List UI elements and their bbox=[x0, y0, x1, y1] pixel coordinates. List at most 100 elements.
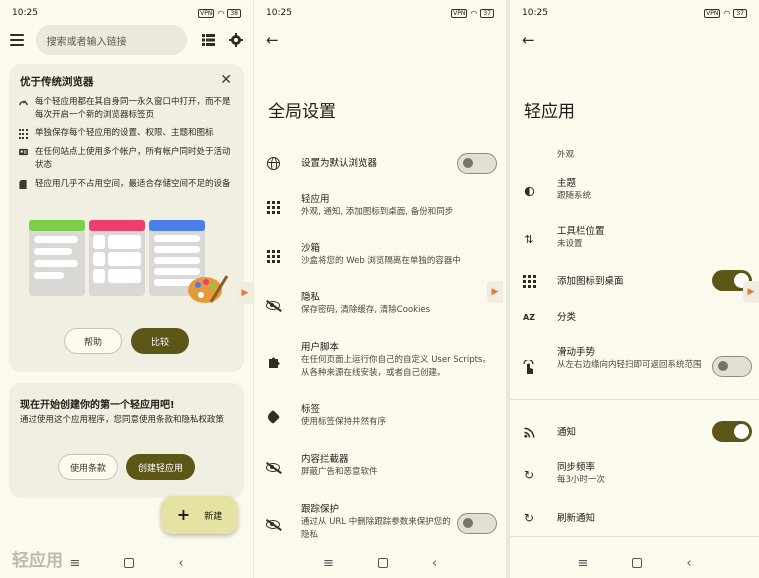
nav-home-icon[interactable] bbox=[124, 558, 135, 568]
sync-icon: ↻ bbox=[523, 468, 535, 482]
nav-bar: ≡ ‹ bbox=[510, 548, 759, 578]
search-input[interactable]: 搜索或者输入链接 bbox=[35, 25, 188, 55]
webapps-settings-screen: 10:25 VPN ◠ 37 ← 轻应用 外观 主题 跟随系统 ⇅ 工具栏位置 未设… bbox=[510, 0, 759, 578]
settings-row-privacy[interactable]: 隐私 保存密码, 清除缓存, 清除Cookies bbox=[254, 291, 506, 319]
feature-text: 每个轻应用都在其自身同一永久窗口中打开，而不是每次开启一个新的浏览器标签页 bbox=[35, 97, 231, 120]
eye-off-icon bbox=[266, 517, 280, 531]
puzzle-icon bbox=[266, 355, 280, 369]
nav-recents-icon[interactable]: ≡ bbox=[577, 556, 588, 571]
vpn-icon: VPN bbox=[704, 8, 721, 18]
feature-item: 每个轻应用都在其自身同一永久窗口中打开，而不是每次开启一个新的浏览器标签页 bbox=[18, 96, 236, 121]
settings-row-theme[interactable]: 主题 跟随系统 bbox=[510, 177, 759, 205]
vpn-icon: VPN bbox=[198, 8, 215, 18]
wifi-icon: ◠ bbox=[723, 8, 731, 18]
terms-button[interactable]: 使用条款 bbox=[58, 454, 118, 480]
settings-row-tags[interactable]: 标签 使用标签保持井然有序 bbox=[254, 403, 506, 431]
notifications-toggle[interactable] bbox=[712, 421, 752, 442]
close-icon[interactable]: ✕ bbox=[220, 72, 232, 88]
theme-icon bbox=[522, 184, 536, 198]
vpn-icon: VPN bbox=[451, 8, 468, 18]
status-time: 10:25 bbox=[12, 8, 38, 18]
eye-off-icon bbox=[266, 460, 280, 474]
card-title: 现在开始创建你的第一个轻应用吧! bbox=[20, 400, 175, 411]
accounts-icon bbox=[18, 146, 28, 171]
benefits-card: 优于传统浏览器 ✕ 每个轻应用都在其自身同一永久窗口中打开，而不是每次开启一个新… bbox=[9, 64, 244, 372]
compare-button[interactable]: 比较 bbox=[131, 328, 189, 354]
status-bar: 10:25 VPN ◠ 38 bbox=[0, 0, 253, 26]
settings-row-swipe-gesture[interactable]: 滑动手势 从左右边缘向内轻扫即可返回系统范围 bbox=[510, 346, 759, 388]
settings-row-add-to-home[interactable]: 添加图标到桌面 bbox=[510, 270, 759, 292]
battery-icon: 38 bbox=[227, 8, 241, 18]
toolbar-position-icon: ⇅ bbox=[524, 232, 534, 246]
floating-tab-icon[interactable]: ▶ bbox=[237, 282, 253, 304]
top-bar: 搜索或者输入链接 bbox=[0, 24, 253, 56]
card-description: 通过使用这个应用程序，您同意使用条款和隐私权政策 bbox=[20, 415, 225, 425]
settings-row-toolbar-position[interactable]: ⇅ 工具栏位置 未设置 bbox=[510, 225, 759, 253]
battery-icon: 37 bbox=[733, 8, 747, 18]
feature-text: 单独保存每个轻应用的设置、权限、主题和图标 bbox=[35, 128, 214, 138]
settings-row-refresh-notifications[interactable]: ↻ 刷新通知 bbox=[510, 509, 759, 527]
swipe-gesture-toggle[interactable] bbox=[712, 356, 752, 377]
nav-back-icon[interactable]: ‹ bbox=[432, 556, 437, 571]
feature-item: 在任何站点上使用多个帐户，所有帐户同时处于活动状态 bbox=[18, 146, 236, 171]
view-list-icon[interactable] bbox=[201, 33, 215, 47]
status-bar: 10:25 VPN ◠ 37 bbox=[254, 0, 506, 26]
feature-text: 在任何站点上使用多个帐户，所有帐户同时处于活动状态 bbox=[35, 147, 231, 170]
settings-row-webapps[interactable]: 轻应用 外观, 通知, 添加图标到桌面, 备份和同步 bbox=[254, 193, 506, 221]
gear-icon[interactable] bbox=[229, 33, 243, 47]
tracking-protection-toggle[interactable] bbox=[457, 513, 497, 534]
apps-grid-icon bbox=[18, 127, 28, 140]
back-arrow-icon[interactable]: ← bbox=[522, 31, 535, 49]
settings-row-notifications[interactable]: 通知 bbox=[510, 421, 759, 443]
eye-off-icon bbox=[266, 298, 280, 312]
refresh-icon: ↻ bbox=[523, 511, 535, 525]
nav-recents-icon[interactable]: ≡ bbox=[323, 556, 334, 571]
battery-icon: 37 bbox=[480, 8, 494, 18]
default-browser-toggle[interactable] bbox=[457, 153, 497, 174]
apps-grid-icon bbox=[522, 274, 536, 288]
floating-tab-icon[interactable]: ▶ bbox=[487, 281, 503, 303]
nav-bar: ≡ ‹ bbox=[254, 548, 506, 578]
new-fab-button[interactable]: + 新建 bbox=[161, 496, 238, 534]
wifi-icon: ◠ bbox=[217, 8, 225, 18]
status-bar: 10:25 VPN ◠ 37 bbox=[510, 0, 759, 26]
home-screen: 10:25 VPN ◠ 38 搜索或者输入链接 优于传统浏览器 ✕ 每个轻应用都… bbox=[0, 0, 253, 578]
settings-row-sync-frequency[interactable]: ↻ 同步频率 每3小时一次 bbox=[510, 461, 759, 489]
feature-item: 轻应用几乎不占用空间，最适合存储空间不足的设备 bbox=[18, 178, 236, 191]
floating-tab-icon[interactable]: ▶ bbox=[743, 281, 759, 303]
nav-home-icon[interactable] bbox=[377, 558, 388, 568]
divider bbox=[510, 536, 759, 537]
feature-item: 单独保存每个轻应用的设置、权限、主题和图标 bbox=[18, 127, 236, 140]
settings-row-default-browser[interactable]: 设置为默认浏览器 bbox=[254, 152, 506, 174]
menu-icon[interactable] bbox=[10, 34, 24, 46]
get-started-card: 现在开始创建你的第一个轻应用吧! 通过使用这个应用程序，您同意使用条款和隐私权政… bbox=[9, 383, 244, 498]
nav-bar: ≡ ‹ bbox=[0, 548, 253, 578]
nav-recents-icon[interactable]: ≡ bbox=[69, 556, 80, 571]
card-title: 优于传统浏览器 bbox=[20, 76, 94, 88]
nav-home-icon[interactable] bbox=[632, 558, 643, 568]
settings-row-content-blocker[interactable]: 内容拦截器 屏蔽广告和恶意软件 bbox=[254, 453, 506, 481]
plus-icon: + bbox=[176, 505, 191, 524]
settings-row-userscripts[interactable]: 用户脚本 在任何页面上运行你自己的自定义 User Scripts。从各种来源在线… bbox=[254, 341, 506, 383]
apps-grid-icon bbox=[266, 249, 280, 263]
settings-row-tracking-protection[interactable]: 跟踪保护 通过从 URL 中删除跟踪参数来保护您的隐私 bbox=[254, 503, 506, 545]
create-webapp-button[interactable]: 创建轻应用 bbox=[126, 454, 195, 480]
help-button[interactable]: 帮助 bbox=[64, 328, 122, 354]
tag-icon bbox=[265, 409, 281, 425]
nav-back-icon[interactable]: ‹ bbox=[686, 556, 691, 571]
settings-row-sandbox[interactable]: 沙箱 沙盒将您的 Web 浏览隔离在单独的容器中 bbox=[254, 242, 506, 270]
back-arrow-icon[interactable]: ← bbox=[266, 31, 279, 49]
settings-row-sort[interactable]: AZ 分类 bbox=[510, 308, 759, 326]
page-title: 全局设置 bbox=[268, 102, 336, 122]
divider bbox=[510, 399, 759, 400]
sort-az-icon: AZ bbox=[523, 312, 535, 322]
wifi-icon: ◠ bbox=[470, 8, 478, 18]
rss-icon bbox=[522, 425, 536, 439]
global-settings-screen: 10:25 VPN ◠ 37 ← 全局设置 设置为默认浏览器 轻应用 外观, 通知… bbox=[254, 0, 506, 578]
storage-icon bbox=[18, 178, 28, 191]
nav-back-icon[interactable]: ‹ bbox=[178, 556, 183, 571]
speed-icon bbox=[18, 96, 28, 121]
section-label-appearance: 外观 bbox=[557, 150, 575, 160]
swipe-gesture-icon bbox=[522, 360, 536, 374]
status-time: 10:25 bbox=[522, 8, 548, 18]
